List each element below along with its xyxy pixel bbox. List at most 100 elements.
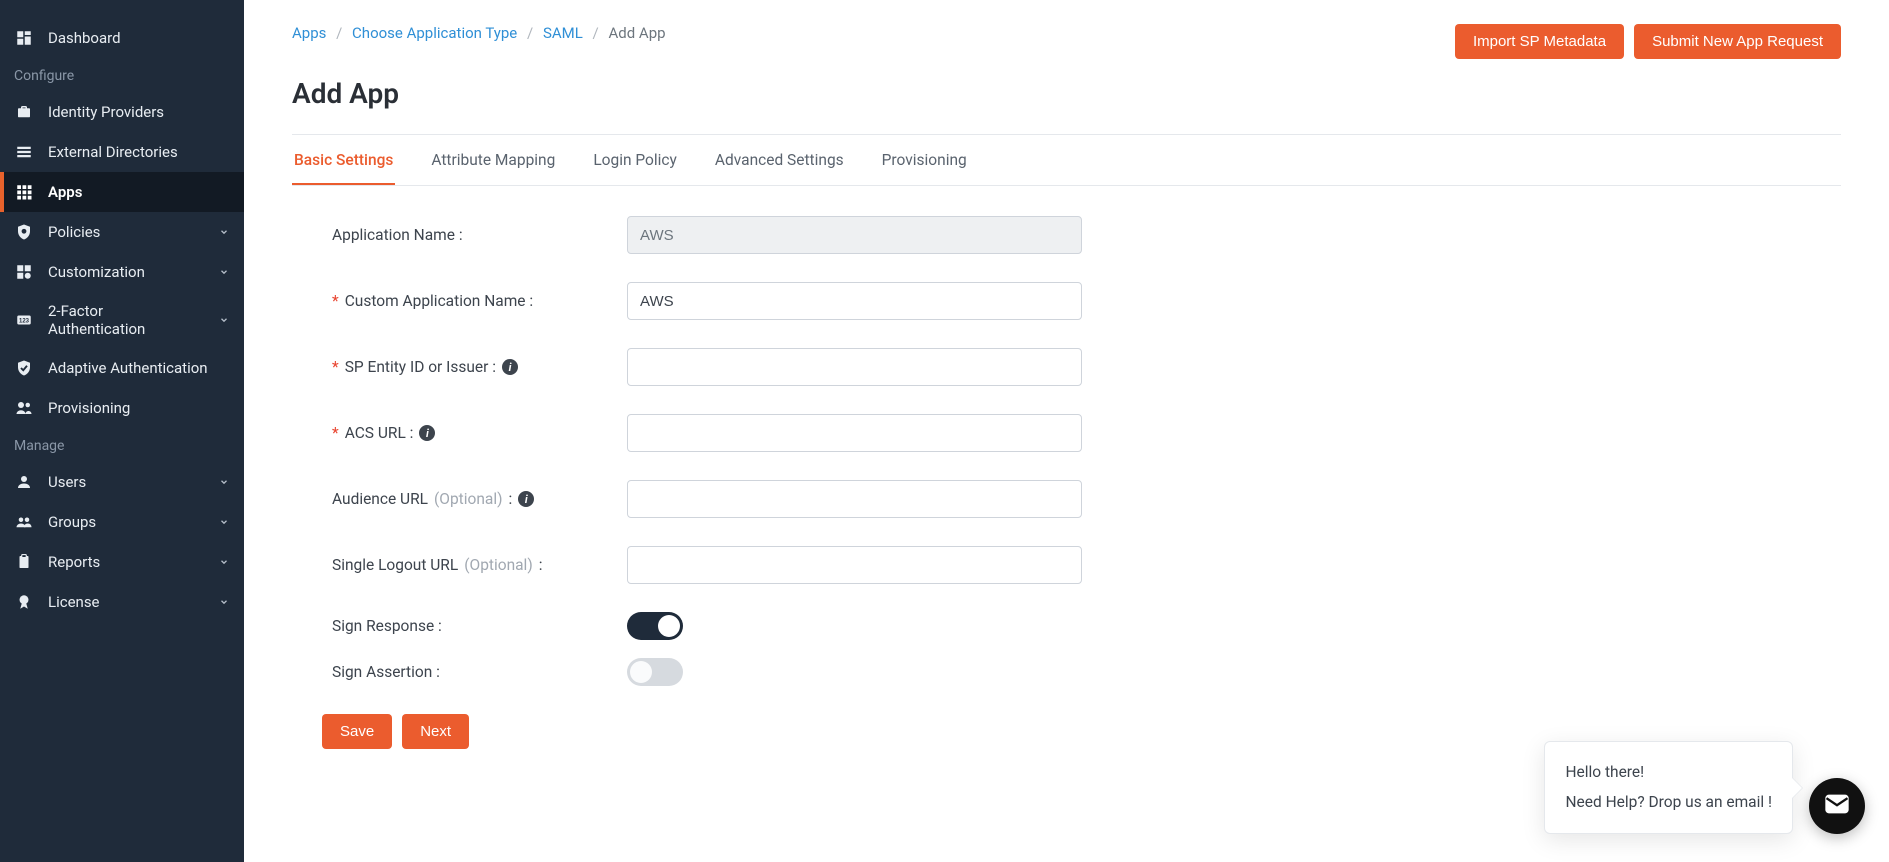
sidebar-item-identity-providers[interactable]: Identity Providers: [0, 92, 244, 132]
chevron-down-icon: [218, 314, 230, 326]
badge-icon: [14, 592, 34, 612]
label-text: Custom Application Name :: [345, 292, 533, 310]
label-sp-entity: *SP Entity ID or Issuer : i: [332, 358, 627, 376]
sidebar-item-groups[interactable]: Groups: [0, 502, 244, 542]
submit-new-app-request-button[interactable]: Submit New App Request: [1634, 24, 1841, 59]
groups-icon: [14, 512, 34, 532]
sign-assertion-toggle[interactable]: [627, 658, 683, 686]
sidebar-item-license[interactable]: License: [0, 582, 244, 622]
row-slo-url: Single Logout URL (Optional) :: [332, 546, 1492, 584]
sidebar-item-customization[interactable]: Customization: [0, 252, 244, 292]
acs-url-input[interactable]: [627, 414, 1082, 452]
label-text: Application Name :: [332, 226, 463, 244]
sidebar-label: Groups: [48, 513, 204, 531]
info-icon[interactable]: i: [419, 425, 435, 441]
list-icon: [14, 142, 34, 162]
sidebar: Dashboard Configure Identity Providers E…: [0, 0, 244, 862]
sidebar-label: Customization: [48, 263, 204, 281]
label-colon: :: [539, 556, 543, 574]
form: Application Name : * Custom Application N…: [292, 216, 1492, 749]
tab-login-policy[interactable]: Login Policy: [591, 135, 679, 185]
next-button[interactable]: Next: [402, 714, 469, 749]
sign-response-toggle[interactable]: [627, 612, 683, 640]
sidebar-item-provisioning[interactable]: Provisioning: [0, 388, 244, 428]
row-sp-entity: *SP Entity ID or Issuer : i: [332, 348, 1492, 386]
row-acs-url: *ACS URL : i: [332, 414, 1492, 452]
label-application-name: Application Name :: [332, 226, 627, 244]
application-name-input: [627, 216, 1082, 254]
breadcrumb: Apps / Choose Application Type / SAML / …: [292, 24, 666, 42]
sidebar-item-reports[interactable]: Reports: [0, 542, 244, 582]
page-title: Add App: [292, 77, 1841, 110]
sidebar-label: Apps: [48, 183, 230, 201]
sidebar-item-external-directories[interactable]: External Directories: [0, 132, 244, 172]
info-icon[interactable]: i: [518, 491, 534, 507]
breadcrumb-sep: /: [593, 24, 599, 42]
provisioning-icon: [14, 398, 34, 418]
topbar: Apps / Choose Application Type / SAML / …: [292, 24, 1841, 59]
label-sign-response: Sign Response :: [332, 617, 627, 635]
row-sign-assertion: Sign Assertion :: [332, 658, 1492, 686]
puzzle-icon: [14, 262, 34, 282]
tab-attribute-mapping[interactable]: Attribute Mapping: [429, 135, 557, 185]
chat-popup[interactable]: Hello there! Need Help? Drop us an email…: [1544, 741, 1793, 834]
user-icon: [14, 472, 34, 492]
save-button[interactable]: Save: [322, 714, 392, 749]
row-sign-response: Sign Response :: [332, 612, 1492, 640]
chat-line2: Need Help? Drop us an email !: [1565, 788, 1772, 817]
label-audience-url: Audience URL (Optional) : i: [332, 490, 627, 508]
sidebar-label: 2-Factor Authentication: [48, 302, 204, 338]
chevron-down-icon: [218, 476, 230, 488]
chevron-down-icon: [218, 556, 230, 568]
sidebar-item-two-factor[interactable]: 123 2-Factor Authentication: [0, 292, 244, 348]
sidebar-item-dashboard[interactable]: Dashboard: [0, 18, 244, 58]
clipboard-icon: [14, 552, 34, 572]
dashboard-icon: [14, 28, 34, 48]
sidebar-item-policies[interactable]: Policies: [0, 212, 244, 252]
chat-bubble-button[interactable]: [1809, 778, 1865, 834]
custom-app-name-input[interactable]: [627, 282, 1082, 320]
svg-text:123: 123: [19, 318, 30, 324]
sidebar-item-adaptive-auth[interactable]: Adaptive Authentication: [0, 348, 244, 388]
breadcrumb-sep: /: [336, 24, 342, 42]
form-actions: Save Next: [322, 714, 1492, 749]
sp-entity-input[interactable]: [627, 348, 1082, 386]
sidebar-item-users[interactable]: Users: [0, 462, 244, 502]
breadcrumb-sep: /: [527, 24, 533, 42]
shield-check-icon: [14, 358, 34, 378]
sidebar-label: Policies: [48, 223, 204, 241]
sidebar-item-apps[interactable]: Apps: [0, 172, 244, 212]
required-marker: *: [332, 292, 339, 310]
sidebar-label: Adaptive Authentication: [48, 359, 230, 377]
label-custom-app-name: * Custom Application Name :: [332, 292, 627, 310]
sidebar-section-manage: Manage: [0, 428, 244, 462]
tab-advanced-settings[interactable]: Advanced Settings: [713, 135, 846, 185]
label-text: Audience URL: [332, 490, 428, 508]
tab-basic-settings[interactable]: Basic Settings: [292, 135, 395, 185]
label-acs-url: *ACS URL : i: [332, 424, 627, 442]
required-marker: *: [332, 358, 339, 376]
chevron-down-icon: [218, 226, 230, 238]
chevron-down-icon: [218, 266, 230, 278]
sidebar-label: Users: [48, 473, 204, 491]
row-application-name: Application Name :: [332, 216, 1492, 254]
audience-url-input[interactable]: [627, 480, 1082, 518]
briefcase-icon: [14, 102, 34, 122]
row-custom-app-name: * Custom Application Name :: [332, 282, 1492, 320]
breadcrumb-choose-type[interactable]: Choose Application Type: [352, 24, 517, 42]
chevron-down-icon: [218, 516, 230, 528]
tabs: Basic Settings Attribute Mapping Login P…: [292, 135, 1841, 186]
import-sp-metadata-button[interactable]: Import SP Metadata: [1455, 24, 1624, 59]
label-sign-assertion: Sign Assertion :: [332, 663, 627, 681]
slo-url-input[interactable]: [627, 546, 1082, 584]
sidebar-label: Identity Providers: [48, 103, 230, 121]
breadcrumb-apps[interactable]: Apps: [292, 24, 326, 42]
breadcrumb-saml[interactable]: SAML: [543, 24, 583, 42]
row-audience-url: Audience URL (Optional) : i: [332, 480, 1492, 518]
grid-icon: [14, 182, 34, 202]
sidebar-section-configure: Configure: [0, 58, 244, 92]
label-text: ACS URL :: [345, 424, 414, 442]
sidebar-label: Provisioning: [48, 399, 230, 417]
tab-provisioning[interactable]: Provisioning: [880, 135, 969, 185]
info-icon[interactable]: i: [502, 359, 518, 375]
